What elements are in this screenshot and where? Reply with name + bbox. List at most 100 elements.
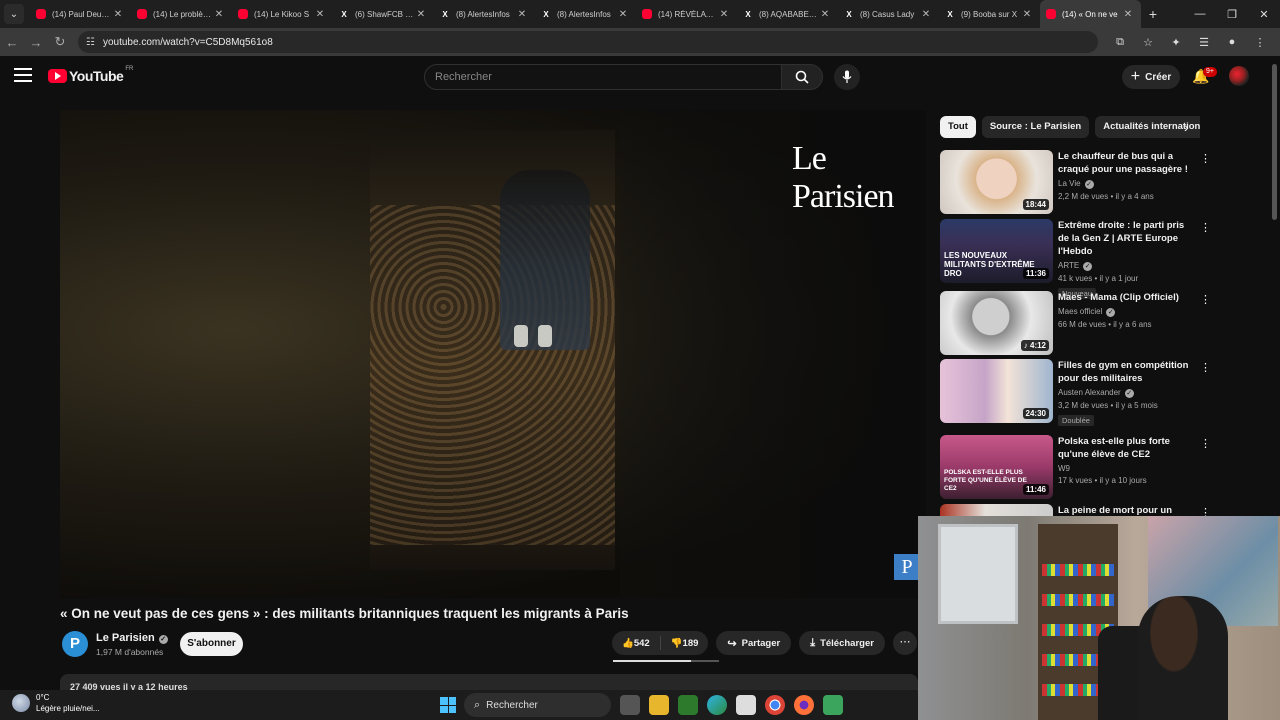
weather-widget[interactable]: 0°C Légère pluie/nei... bbox=[12, 692, 100, 714]
chip-all[interactable]: Tout bbox=[940, 116, 976, 138]
more-options-icon[interactable]: ⋮ bbox=[1200, 437, 1211, 450]
recommendation-title[interactable]: Extrême droite : le parti pris de la Gen… bbox=[1058, 219, 1196, 258]
install-app-icon[interactable]: ⧉ bbox=[1106, 36, 1134, 49]
download-button[interactable]: ⤓ Télécharger bbox=[799, 631, 885, 655]
video-thumbnail[interactable]: POLSKA EST-ELLE PLUS FORTE QU'UNE ÉLÈVE … bbox=[940, 435, 1053, 499]
close-icon[interactable]: ✕ bbox=[414, 9, 428, 20]
close-icon[interactable]: ✕ bbox=[1020, 9, 1034, 20]
browser-tab[interactable]: (14) RÉVÉLATION✕ bbox=[636, 0, 737, 28]
nvidia-icon[interactable] bbox=[678, 695, 698, 715]
windows-start-icon[interactable] bbox=[440, 697, 456, 713]
like-ratio-fill bbox=[613, 660, 692, 662]
restore-icon[interactable]: ❐ bbox=[1216, 8, 1248, 21]
tab-title: (14) Le problème bbox=[153, 9, 212, 19]
forward-icon[interactable]: → bbox=[24, 35, 48, 50]
channel-name: Le Parisien bbox=[96, 632, 155, 644]
youtube-logo[interactable]: YouTube FR bbox=[48, 66, 133, 84]
close-icon[interactable]: ✕ bbox=[919, 9, 933, 20]
close-icon[interactable]: ✕ bbox=[515, 9, 529, 20]
bookmark-star-icon[interactable]: ☆ bbox=[1134, 36, 1162, 49]
channel-corner-logo[interactable]: P bbox=[894, 554, 920, 580]
more-options-icon[interactable]: ⋮ bbox=[1200, 361, 1211, 374]
browser-menu-icon[interactable]: ⋮ bbox=[1246, 36, 1274, 49]
share-button[interactable]: ↪ Partager bbox=[716, 631, 792, 655]
channel-avatar[interactable]: P bbox=[62, 631, 88, 657]
reading-list-icon[interactable]: ☰ bbox=[1190, 36, 1218, 49]
close-icon[interactable]: ✕ bbox=[313, 9, 327, 20]
chrome-icon[interactable] bbox=[765, 695, 785, 715]
extensions-icon[interactable]: ✦ bbox=[1162, 36, 1190, 49]
more-options-icon[interactable]: ⋮ bbox=[1200, 152, 1211, 165]
recommendation-channel[interactable]: ARTE bbox=[1058, 261, 1079, 270]
create-button[interactable]: + Créer bbox=[1122, 65, 1180, 89]
search-button[interactable] bbox=[781, 64, 823, 90]
recommendation-item[interactable]: ♪ 4:12 Maes - Mama (Clip Officiel) Maes … bbox=[940, 291, 1215, 355]
browser-tab[interactable]: X (6) ShawFCB sur X✕ bbox=[333, 0, 434, 28]
browser-tab[interactable]: X (8) Casus Lady ✕ bbox=[838, 0, 939, 28]
chevron-right-icon[interactable]: › bbox=[1184, 119, 1189, 135]
like-button[interactable]: 👍 542 bbox=[612, 631, 660, 655]
more-actions-button[interactable]: ⋯ bbox=[892, 631, 917, 655]
minimize-icon[interactable]: — bbox=[1184, 8, 1216, 21]
firefox-icon[interactable] bbox=[794, 695, 814, 715]
new-tab-button[interactable]: + bbox=[1141, 6, 1165, 22]
discord-icon[interactable] bbox=[823, 695, 843, 715]
verified-badge-icon: ✓ bbox=[1124, 389, 1134, 398]
recommendation-title[interactable]: Maes - Mama (Clip Officiel) bbox=[1058, 291, 1196, 304]
close-icon[interactable]: ✕ bbox=[111, 9, 125, 20]
browser-tab[interactable]: X (8) AQABABE sur X✕ bbox=[737, 0, 838, 28]
task-view-icon[interactable] bbox=[620, 695, 640, 715]
close-icon[interactable]: ✕ bbox=[1121, 9, 1135, 20]
recommendation-title[interactable]: Polska est-elle plus forte qu'une élève … bbox=[1058, 435, 1196, 461]
browser-tab-active[interactable]: (14) « On ne ve ✕ bbox=[1040, 0, 1141, 28]
video-player[interactable]: Le Parisien P bbox=[60, 110, 926, 598]
more-options-icon[interactable]: ⋮ bbox=[1200, 221, 1211, 234]
recommendation-item[interactable]: 24:30 Filles de gym en compétition pour … bbox=[940, 359, 1215, 426]
recommendation-channel[interactable]: Maes officiel bbox=[1058, 307, 1102, 316]
recommendation-title[interactable]: Le chauffeur de bus qui a craqué pour un… bbox=[1058, 150, 1196, 176]
back-icon[interactable]: ← bbox=[0, 35, 24, 50]
reload-icon[interactable]: ↻ bbox=[48, 34, 72, 50]
recommendation-item[interactable]: 18:44 Le chauffeur de bus qui a craqué p… bbox=[940, 150, 1215, 214]
video-thumbnail[interactable]: ♪ 4:12 bbox=[940, 291, 1053, 355]
close-icon[interactable]: ✕ bbox=[818, 9, 832, 20]
recommendation-channel[interactable]: Austen Alexander bbox=[1058, 388, 1121, 397]
store-icon[interactable] bbox=[736, 695, 756, 715]
tab-search-button[interactable]: ⌄ bbox=[4, 4, 24, 24]
browser-tab[interactable]: X (9) Booba sur X ✕ bbox=[939, 0, 1040, 28]
channel-name-row[interactable]: Le Parisien ✓ bbox=[96, 632, 168, 644]
recommendation-title[interactable]: Filles de gym en compétition pour des mi… bbox=[1058, 359, 1196, 385]
video-thumbnail[interactable]: LES NOUVEAUX MILITANTS D'EXTRÊME DRO 11:… bbox=[940, 219, 1053, 283]
recommendation-item[interactable]: POLSKA EST-ELLE PLUS FORTE QU'UNE ÉLÈVE … bbox=[940, 435, 1215, 499]
hamburger-menu-icon[interactable] bbox=[14, 68, 32, 82]
account-avatar[interactable] bbox=[1229, 66, 1249, 86]
video-thumbnail[interactable]: 24:30 bbox=[940, 359, 1053, 423]
browser-tab[interactable]: (14) Le Kikoo S ✕ bbox=[232, 0, 333, 28]
voice-search-button[interactable] bbox=[834, 64, 860, 90]
site-info-icon[interactable]: ☷ bbox=[86, 37, 95, 48]
taskbar-search[interactable]: ⌕ Rechercher bbox=[464, 693, 611, 717]
close-icon[interactable]: ✕ bbox=[616, 9, 630, 20]
profile-icon[interactable]: ● bbox=[1218, 36, 1246, 49]
page-scrollbar[interactable] bbox=[1272, 64, 1277, 220]
tab-title: (8) AlertesInfos bbox=[456, 9, 510, 19]
browser-tab[interactable]: (14) Paul Deutschmann✕ bbox=[30, 0, 131, 28]
close-icon[interactable]: ✕ bbox=[212, 9, 226, 20]
browser-tab[interactable]: X (8) AlertesInfos ✕ bbox=[434, 0, 535, 28]
browser-tab[interactable]: (14) Le problème ✕ bbox=[131, 0, 232, 28]
recommendation-channel[interactable]: La Vie bbox=[1058, 179, 1081, 188]
url-field[interactable]: ☷ youtube.com/watch?v=C5D8Mq561o8 bbox=[78, 31, 1098, 53]
chip-source[interactable]: Source : Le Parisien bbox=[981, 116, 1090, 138]
search-input[interactable]: Rechercher bbox=[424, 64, 782, 90]
browser-tab[interactable]: X (8) AlertesInfos ✕ bbox=[535, 0, 636, 28]
dislike-button[interactable]: 👎 189 bbox=[661, 631, 709, 655]
video-thumbnail[interactable]: 18:44 bbox=[940, 150, 1053, 214]
recommendation-item[interactable]: LES NOUVEAUX MILITANTS D'EXTRÊME DRO 11:… bbox=[940, 219, 1215, 299]
file-explorer-icon[interactable] bbox=[649, 695, 669, 715]
close-icon[interactable]: ✕ bbox=[717, 9, 731, 20]
more-options-icon[interactable]: ⋮ bbox=[1200, 293, 1211, 306]
subscribe-button[interactable]: S'abonner bbox=[180, 632, 243, 656]
edge-icon[interactable] bbox=[707, 695, 727, 715]
close-window-icon[interactable]: ✕ bbox=[1248, 8, 1280, 21]
recommendation-channel[interactable]: W9 bbox=[1058, 464, 1070, 473]
